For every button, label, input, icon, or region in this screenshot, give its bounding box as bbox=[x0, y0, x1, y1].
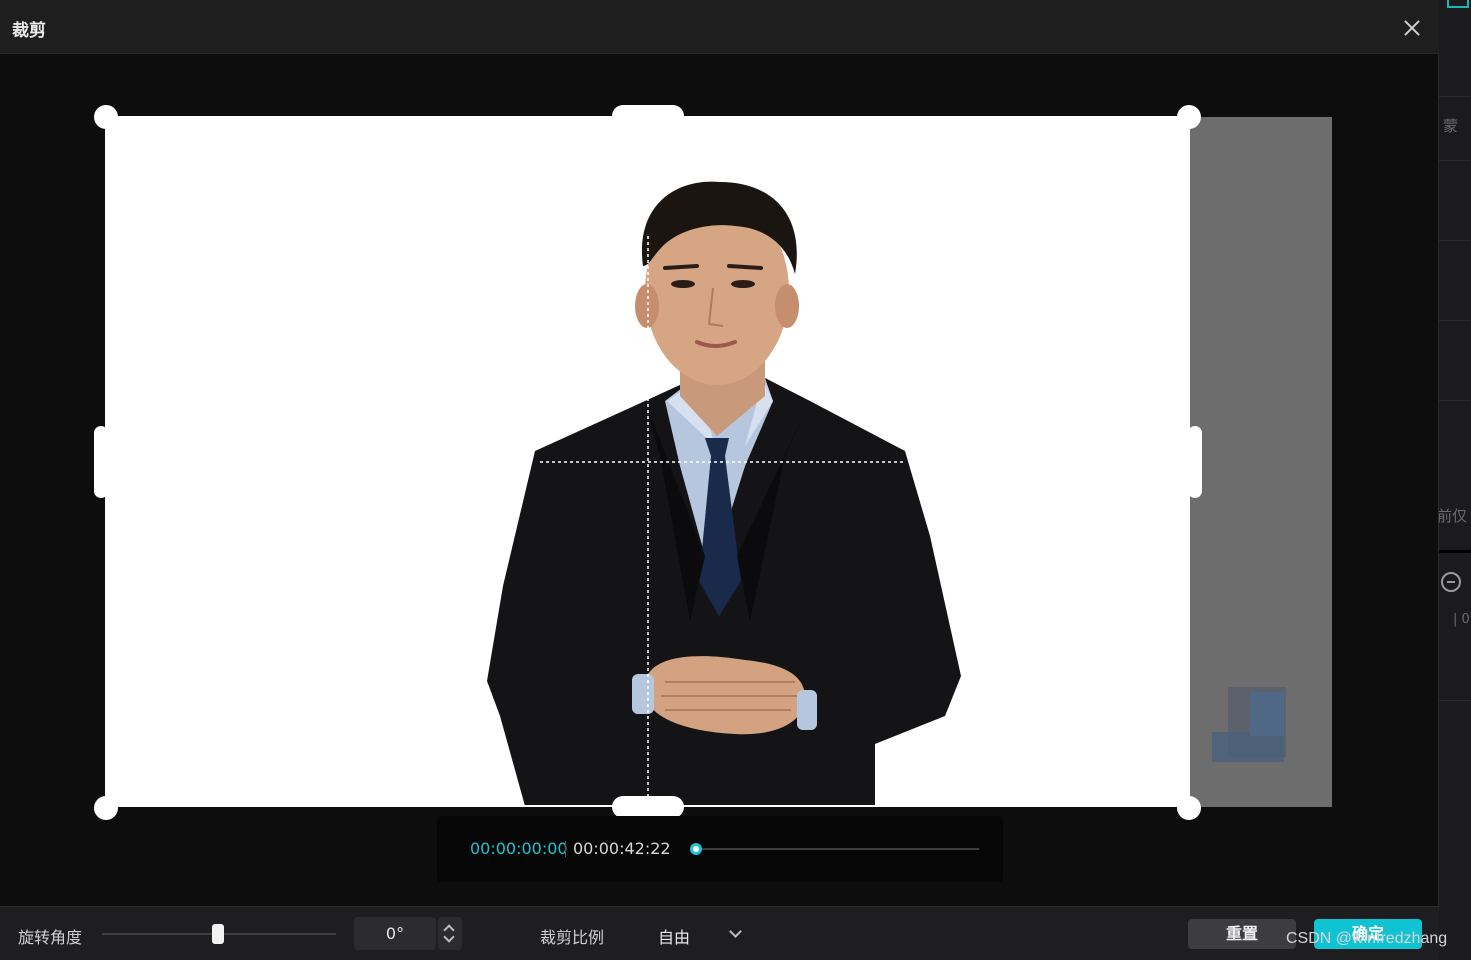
rotation-label: 旋转角度 bbox=[18, 928, 83, 947]
background-app-panel: 蒙 前仅 | 0 bbox=[1439, 0, 1471, 960]
reset-button[interactable]: 重置 bbox=[1188, 919, 1296, 949]
outside-crop-region bbox=[1190, 117, 1332, 807]
rotation-angle-input[interactable]: 0° bbox=[354, 917, 436, 950]
panel-divider bbox=[1439, 96, 1471, 97]
watermark-text: CSDN @winfredzhang bbox=[1286, 930, 1448, 947]
current-timecode: 00:00:00:00 bbox=[470, 839, 568, 858]
dialog-title: 裁剪 bbox=[12, 21, 46, 41]
panel-divider bbox=[1439, 240, 1471, 241]
crop-handle-bottom-right[interactable] bbox=[1177, 796, 1201, 820]
rotation-slider-handle[interactable] bbox=[212, 924, 224, 944]
crop-handle-top-left[interactable] bbox=[94, 105, 118, 129]
timecode-separator bbox=[565, 841, 566, 857]
crop-handle-top-right[interactable] bbox=[1177, 105, 1201, 129]
crop-handle-right[interactable] bbox=[1188, 426, 1202, 498]
crop-ratio-select[interactable]: 自由 bbox=[658, 924, 690, 948]
zoom-out-icon[interactable] bbox=[1441, 572, 1461, 592]
crop-area[interactable] bbox=[105, 116, 1190, 807]
video-frame-presenter bbox=[105, 181, 1190, 807]
obscured-content bbox=[1250, 692, 1284, 736]
crop-toolbar: 旋转角度 0° 裁剪比例 自由 重置 确定 bbox=[0, 906, 1439, 960]
crop-handle-left[interactable] bbox=[94, 426, 108, 498]
panel-divider bbox=[1439, 400, 1471, 401]
rotation-stepper[interactable] bbox=[438, 917, 462, 950]
crop-handle-bottom[interactable] bbox=[612, 796, 684, 818]
panel-fragment-text: 前仅 bbox=[1439, 507, 1468, 525]
obscured-content bbox=[1212, 732, 1284, 762]
chevron-down-icon[interactable] bbox=[729, 925, 742, 938]
chevron-down-icon[interactable] bbox=[443, 931, 455, 943]
panel-fragment-text: 蒙 bbox=[1443, 117, 1459, 135]
timeline-playhead[interactable] bbox=[690, 843, 702, 855]
total-timecode: 00:00:42:22 bbox=[573, 839, 671, 858]
timeline-track[interactable] bbox=[695, 848, 979, 850]
crop-ratio-label: 裁剪比例 bbox=[540, 928, 605, 947]
close-icon[interactable] bbox=[1400, 16, 1424, 40]
panel-accent-marker bbox=[1447, 0, 1469, 8]
crop-handle-top[interactable] bbox=[612, 105, 684, 127]
crop-handle-bottom-left[interactable] bbox=[94, 796, 118, 820]
dialog-titlebar: 裁剪 bbox=[0, 0, 1439, 54]
playback-timeline: 00:00:00:00 00:00:42:22 bbox=[437, 816, 1003, 882]
panel-divider bbox=[1439, 160, 1471, 161]
panel-divider bbox=[1439, 550, 1471, 553]
crop-dialog: 裁剪 00:00:00:00 00:00:42:22 旋转角度 0° 裁剪比例 … bbox=[0, 0, 1439, 960]
panel-divider bbox=[1439, 320, 1471, 321]
panel-divider bbox=[1439, 700, 1471, 701]
panel-fragment-text: | 0 bbox=[1453, 612, 1470, 627]
